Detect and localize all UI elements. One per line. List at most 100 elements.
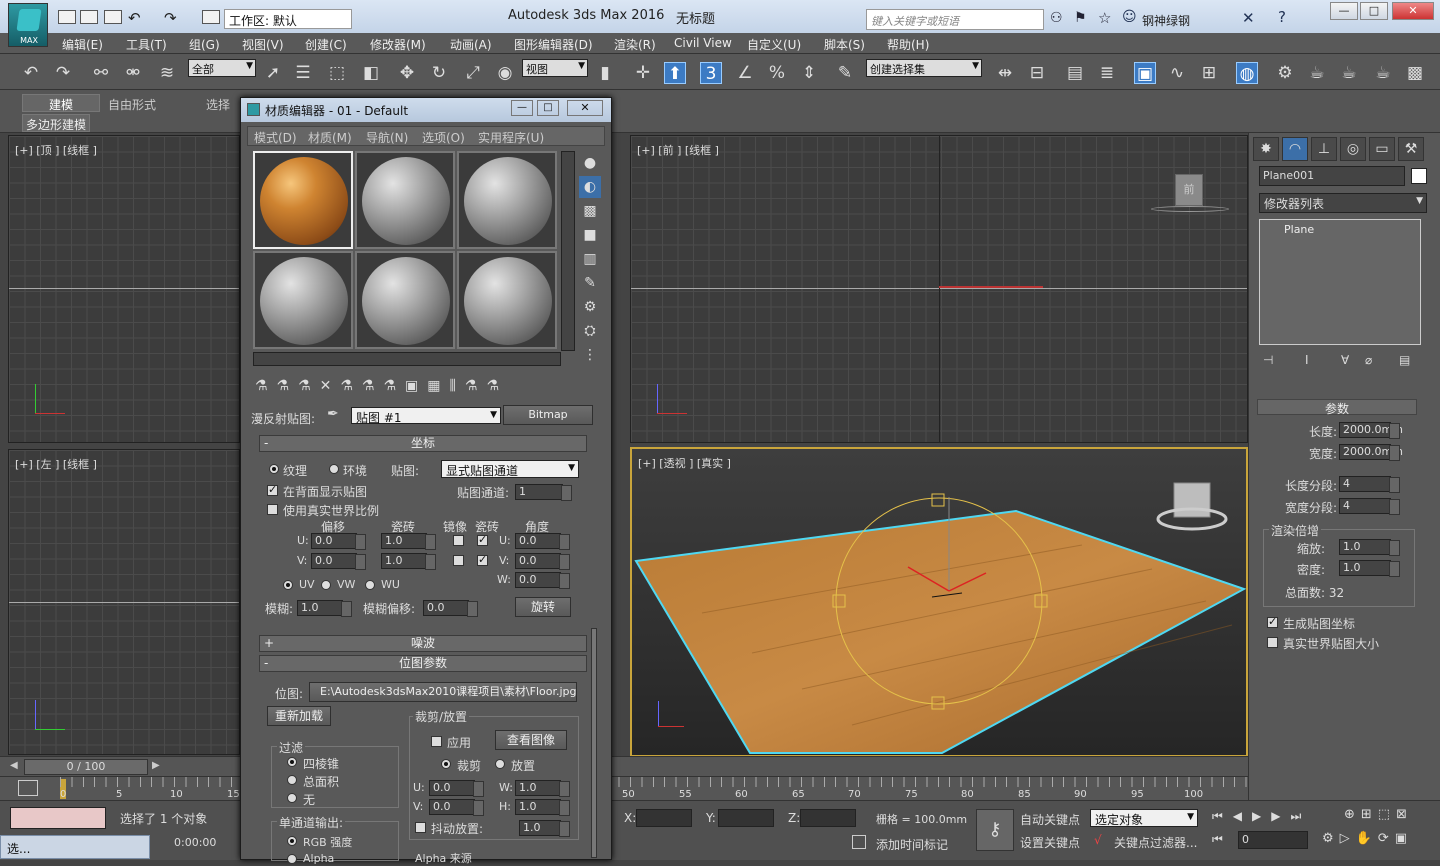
slots-vscroll[interactable]: [561, 151, 575, 351]
menu-scripting[interactable]: 脚本(S): [824, 36, 865, 53]
menu-views[interactable]: 视图(V): [242, 36, 284, 53]
sample-type-icon[interactable]: ●: [579, 152, 601, 174]
menu-modes[interactable]: 模式(D): [254, 129, 297, 146]
render-setup-icon[interactable]: ⚙: [1274, 62, 1296, 84]
crop-radio[interactable]: [441, 759, 451, 769]
exchange-icon[interactable]: ✕: [1242, 9, 1255, 27]
unlink-icon[interactable]: ⚮: [122, 62, 144, 84]
viewport-front[interactable]: [+] [前 ] [线框 ] 前: [630, 135, 1248, 443]
dialog-minimize-button[interactable]: —: [511, 100, 533, 116]
app-logo[interactable]: MAX: [8, 3, 48, 47]
undo-icon[interactable]: ↶: [128, 9, 141, 27]
u-tiling-spinner[interactable]: 1.0: [381, 533, 436, 550]
spinner-snap-icon[interactable]: ⇕: [798, 62, 820, 84]
wu-radio[interactable]: [365, 580, 375, 590]
rotate-button[interactable]: 旋转: [515, 597, 571, 617]
dialog-close-button[interactable]: ✕: [567, 100, 603, 116]
render-production-icon[interactable]: ☕: [1338, 62, 1360, 84]
auto-key-button[interactable]: 自动关键点: [1020, 811, 1080, 828]
placement-icon[interactable]: ◉: [494, 62, 516, 84]
jitter-spinner[interactable]: 1.0: [519, 820, 570, 837]
viewcube[interactable]: 前: [1175, 174, 1203, 206]
taskbar-item[interactable]: 选...: [0, 835, 150, 859]
real-world-checkbox[interactable]: [1267, 637, 1278, 648]
curve-editor-icon[interactable]: ∿: [1166, 62, 1188, 84]
pivot-center-icon[interactable]: ▮: [594, 62, 616, 84]
material-slot-4[interactable]: [253, 251, 353, 349]
viewport-nav-controls[interactable]: ⚙▷✋⟳▣: [1322, 831, 1413, 846]
tab-freeform[interactable]: 自由形式: [108, 96, 156, 113]
user-icon[interactable]: ☺: [1122, 9, 1137, 25]
show-back-checkbox[interactable]: [267, 483, 278, 496]
parameters-rollout[interactable]: 参数: [1257, 399, 1417, 416]
view-image-button[interactable]: 查看图像: [495, 730, 567, 750]
texture-radio[interactable]: [269, 464, 279, 474]
communication-icon[interactable]: ⚑: [1074, 10, 1087, 26]
no-filter-radio[interactable]: [287, 793, 297, 803]
binoculars-icon[interactable]: ⚇: [1050, 10, 1063, 26]
bitmap-params-rollout[interactable]: - 位图参数: [259, 655, 587, 672]
material-editor-icon[interactable]: ◍: [1236, 62, 1258, 84]
viewport-left[interactable]: [+] [左 ] [线框 ]: [8, 449, 240, 755]
plane001-mesh[interactable]: [634, 509, 1246, 754]
object-color-swatch[interactable]: [1411, 168, 1427, 184]
prev-frame-icon[interactable]: ◀: [10, 760, 18, 771]
blur-offset-spinner[interactable]: 0.0: [423, 600, 478, 617]
remove-modifier-icon[interactable]: ⌀: [1365, 353, 1372, 367]
v-tiling-spinner[interactable]: 1.0: [381, 553, 436, 570]
user-name[interactable]: 钢神绿钢: [1142, 12, 1190, 29]
key-selection-dropdown[interactable]: 选定对象: [1090, 809, 1198, 827]
viewport-label[interactable]: [+] [左 ] [线框 ]: [15, 456, 97, 472]
w-angle-spinner[interactable]: 0.0: [515, 572, 570, 589]
project-folder-icon[interactable]: [202, 10, 220, 24]
v-offset-spinner[interactable]: 0.0: [311, 553, 366, 570]
map-name-dropdown[interactable]: 贴图 #1: [351, 407, 501, 425]
pin-stack-icon[interactable]: ⊣: [1263, 353, 1273, 367]
rect-selection-icon[interactable]: ⬚: [326, 62, 348, 84]
material-slot-6[interactable]: [457, 251, 557, 349]
percent-snap-icon[interactable]: %: [766, 62, 788, 84]
crop-w-spinner[interactable]: 1.0: [515, 780, 570, 797]
sample-uv-tiling-icon[interactable]: ■: [579, 224, 601, 246]
density-spinner[interactable]: 1.0: [1339, 560, 1400, 577]
menu-graph-editors[interactable]: 图形编辑器(D): [514, 36, 593, 53]
viewcube[interactable]: [1173, 482, 1211, 518]
options-icon[interactable]: ⚙: [579, 296, 601, 318]
modifier-list-dropdown[interactable]: 修改器列表: [1259, 193, 1427, 213]
keyboard-shortcut-icon[interactable]: ⬆: [664, 62, 686, 84]
playback-controls[interactable]: ⏮◀▶▶⏭: [1212, 809, 1311, 824]
coordinates-rollout[interactable]: - 坐标: [259, 435, 587, 452]
menu-help[interactable]: 帮助(H): [887, 36, 929, 53]
edit-named-sets-icon[interactable]: ✎: [834, 62, 856, 84]
width-spinner[interactable]: 2000.0mm: [1339, 444, 1403, 461]
schematic-view-icon[interactable]: ⊞: [1198, 62, 1220, 84]
select-by-material-icon[interactable]: ⛭: [579, 320, 601, 342]
next-frame-icon[interactable]: ▶: [152, 760, 160, 771]
slots-hscroll[interactable]: [253, 352, 561, 366]
rotate-icon[interactable]: ↻: [428, 62, 450, 84]
y-coord-field[interactable]: [718, 809, 774, 827]
minimize-button[interactable]: —: [1330, 2, 1358, 20]
map-type-button[interactable]: Bitmap: [503, 405, 593, 425]
crop-v-spinner[interactable]: 0.0: [429, 799, 484, 816]
maxscript-listener[interactable]: [10, 807, 106, 829]
search-input[interactable]: 键入关键字或短语: [866, 9, 1044, 30]
time-slider-thumb[interactable]: 0 / 100: [24, 759, 148, 775]
set-key-button[interactable]: 设置关键点: [1020, 834, 1080, 851]
object-name-field[interactable]: Plane001: [1259, 166, 1405, 186]
layers-icon[interactable]: ≣: [1096, 62, 1118, 84]
pyramidal-radio[interactable]: [287, 757, 297, 767]
gen-coords-checkbox[interactable]: [1267, 615, 1278, 628]
render-cloud-icon[interactable]: ▩: [1404, 62, 1426, 84]
save-file-icon[interactable]: [104, 10, 122, 24]
v-angle-spinner[interactable]: 0.0: [515, 553, 570, 570]
set-key-icon[interactable]: ⚷: [976, 809, 1014, 851]
rgb-intensity-radio[interactable]: [287, 836, 297, 846]
v-tile-checkbox[interactable]: [477, 553, 488, 566]
key-filters-button[interactable]: 关键点过滤器...: [1114, 834, 1197, 851]
place-radio[interactable]: [495, 759, 505, 769]
background-icon[interactable]: ▩: [579, 200, 601, 222]
render-iterative-icon[interactable]: ☕: [1372, 62, 1394, 84]
material-slot-1[interactable]: [253, 151, 353, 249]
z-coord-field[interactable]: [800, 809, 856, 827]
